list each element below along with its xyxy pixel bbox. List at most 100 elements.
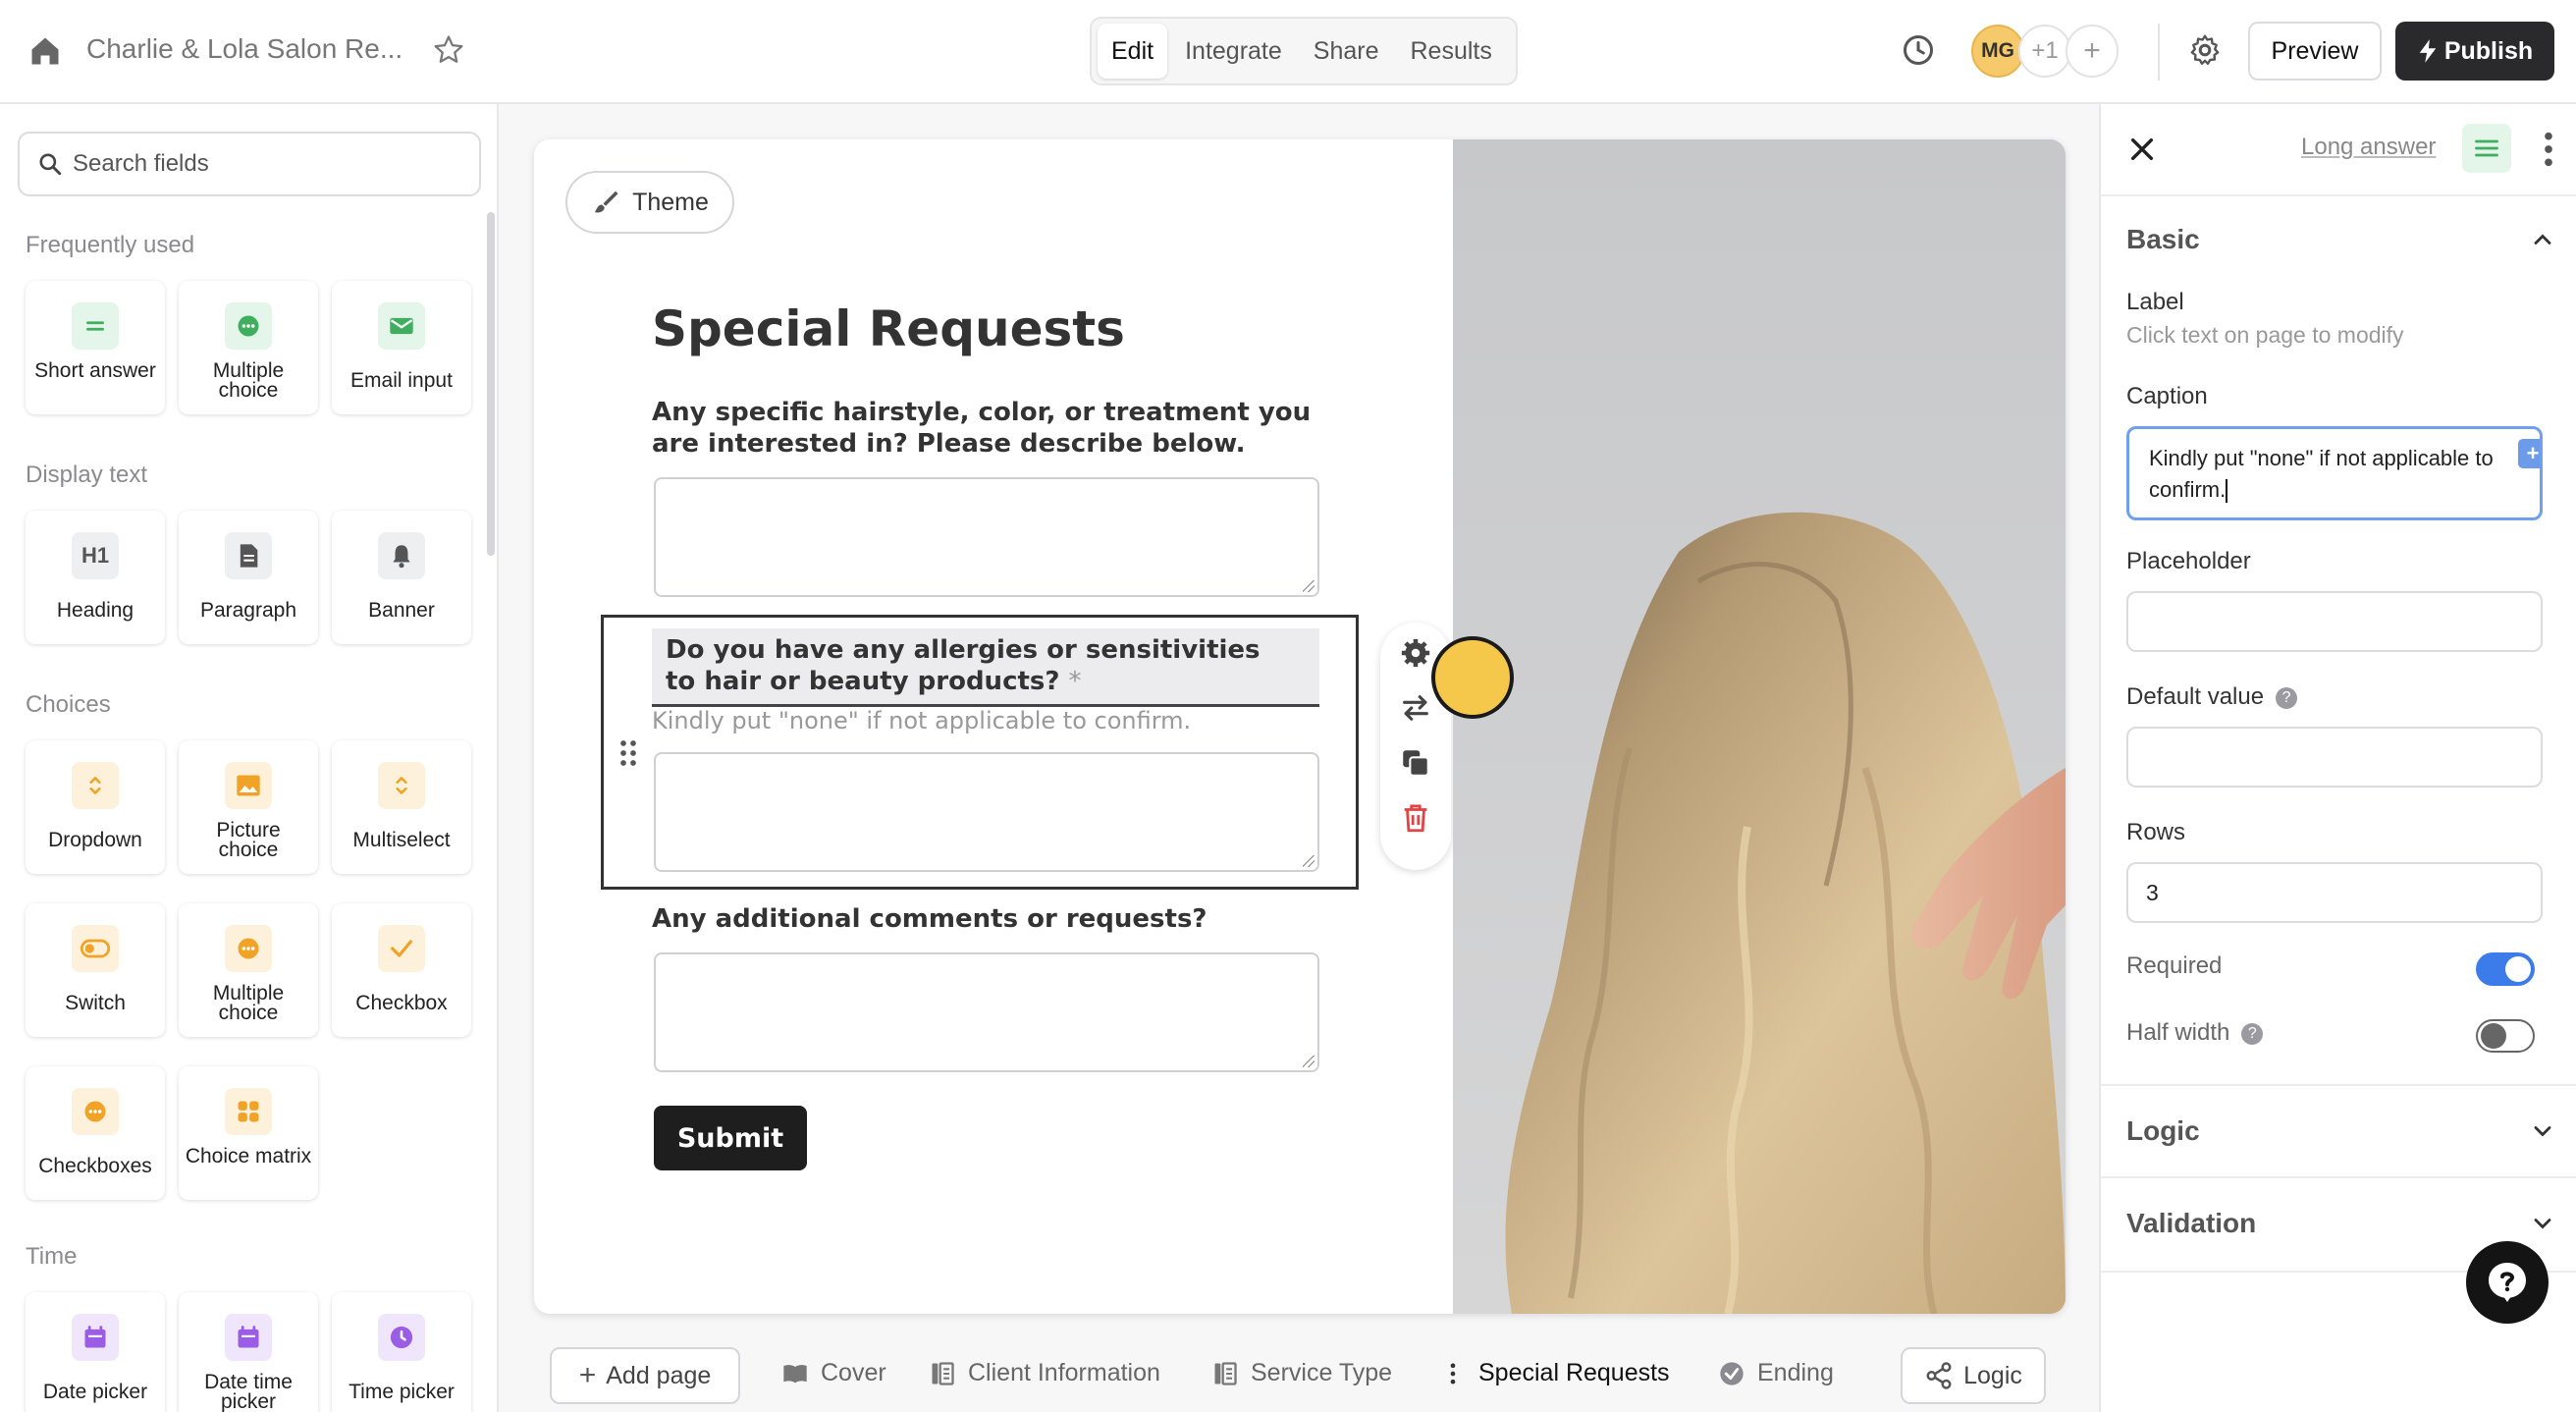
picture-icon bbox=[225, 762, 272, 809]
tab-edit[interactable]: Edit bbox=[1098, 24, 1168, 79]
question-1-textarea[interactable] bbox=[654, 477, 1319, 597]
history-icon[interactable] bbox=[1901, 32, 1936, 68]
field-tile-email-input[interactable]: Email input bbox=[332, 281, 471, 414]
field-tile-time-picker[interactable]: Time picker bbox=[332, 1292, 471, 1412]
required-toggle[interactable] bbox=[2476, 952, 2535, 986]
dropdown-icon bbox=[72, 762, 119, 809]
default-value-input[interactable] bbox=[2126, 727, 2543, 787]
field-tile-label: Checkboxes bbox=[38, 1155, 152, 1177]
page-title[interactable]: Special Requests bbox=[652, 300, 1125, 357]
field-tile-date-time-picker[interactable]: Date time picker bbox=[179, 1292, 318, 1412]
caption-title: Caption bbox=[2126, 383, 2208, 409]
basic-section-heading[interactable]: Basic bbox=[2126, 224, 2200, 255]
settings-gear-icon[interactable] bbox=[2187, 32, 2223, 68]
field-tile-choice-matrix[interactable]: Choice matrix bbox=[179, 1066, 318, 1200]
swap-arrows-icon[interactable] bbox=[1399, 691, 1432, 725]
search-input[interactable] bbox=[73, 150, 465, 178]
field-tile-label: Multiselect bbox=[352, 829, 451, 851]
submit-button[interactable]: Submit bbox=[654, 1106, 807, 1170]
publish-button[interactable]: Publish bbox=[2395, 22, 2554, 81]
tab-results[interactable]: Results bbox=[1397, 24, 1506, 79]
insert-variable-icon[interactable]: + bbox=[2518, 439, 2540, 468]
mode-tabs: Edit Integrate Share Results bbox=[1090, 17, 1518, 85]
page-tab-ending[interactable]: Ending bbox=[1718, 1359, 1834, 1387]
field-tile-date-picker[interactable]: Date picker bbox=[26, 1292, 165, 1412]
field-tile-label: Paragraph bbox=[199, 599, 297, 622]
question-1-label[interactable]: Any specific hairstyle, color, or treatm… bbox=[652, 397, 1359, 460]
half-width-toggle[interactable] bbox=[2476, 1019, 2535, 1053]
field-tile-multiple-choice-2[interactable]: Multiple choice bbox=[179, 903, 318, 1037]
drag-handle-icon[interactable] bbox=[617, 738, 640, 768]
field-tile-checkboxes[interactable]: Checkboxes bbox=[26, 1066, 165, 1200]
add-page-button[interactable]: + Add page bbox=[550, 1347, 740, 1404]
preview-button[interactable]: Preview bbox=[2248, 22, 2382, 81]
field-tile-label: Short answer bbox=[34, 359, 156, 382]
sidebar-scrollbar[interactable] bbox=[487, 212, 495, 556]
question-2-textarea[interactable] bbox=[654, 752, 1319, 872]
field-tile-short-answer[interactable]: Short answer bbox=[26, 281, 165, 414]
tab-integrate[interactable]: Integrate bbox=[1171, 24, 1296, 79]
chevron-up-icon[interactable] bbox=[2529, 226, 2556, 253]
field-tile-heading[interactable]: H1 Heading bbox=[26, 511, 165, 644]
help-chat-button[interactable] bbox=[2466, 1241, 2549, 1324]
page-label: Service Type bbox=[1251, 1359, 1393, 1386]
rows-title: Rows bbox=[2126, 819, 2186, 845]
field-type-label[interactable]: Long answer bbox=[2301, 134, 2436, 161]
page-tab-service-type[interactable]: Service Type bbox=[1211, 1359, 1392, 1387]
question-2-caption[interactable]: Kindly put "none" if not applicable to c… bbox=[652, 707, 1191, 734]
paragraph-icon bbox=[225, 532, 272, 579]
field-properties-panel: Long answer Basic Label Click text on pa… bbox=[2099, 104, 2576, 1412]
close-icon[interactable] bbox=[2126, 134, 2158, 165]
theme-button[interactable]: Theme bbox=[565, 171, 734, 234]
extra-collaborators-count[interactable]: +1 bbox=[2018, 25, 2071, 78]
long-answer-icon[interactable] bbox=[2462, 124, 2511, 173]
chevron-down-icon[interactable] bbox=[2529, 1210, 2556, 1237]
page-tab-cover[interactable]: Cover bbox=[781, 1359, 886, 1387]
field-tile-paragraph[interactable]: Paragraph bbox=[179, 511, 318, 644]
field-tile-label: Heading bbox=[56, 599, 134, 622]
help-icon[interactable]: ? bbox=[2241, 1022, 2264, 1045]
label-hint: Click text on page to modify bbox=[2126, 322, 2404, 348]
delete-trash-icon[interactable] bbox=[1399, 801, 1432, 835]
lightning-icon bbox=[2419, 39, 2437, 63]
caption-input[interactable]: Kindly put "none" if not applicable to c… bbox=[2126, 426, 2543, 520]
field-tile-banner[interactable]: Banner bbox=[332, 511, 471, 644]
field-tile-switch[interactable]: Switch bbox=[26, 903, 165, 1037]
field-library-sidebar: Frequently used Short answer Multiple ch… bbox=[0, 104, 499, 1412]
book-icon bbox=[783, 1364, 807, 1383]
field-tile-checkbox[interactable]: Checkbox bbox=[332, 903, 471, 1037]
field-tile-dropdown[interactable]: Dropdown bbox=[26, 740, 165, 874]
field-tile-multiselect[interactable]: Multiselect bbox=[332, 740, 471, 874]
short-answer-icon bbox=[72, 302, 119, 350]
page-tab-client-information[interactable]: Client Information bbox=[929, 1359, 1160, 1387]
form-page-icon bbox=[1214, 1361, 1237, 1385]
add-collaborator-button[interactable]: + bbox=[2066, 25, 2119, 78]
home-icon[interactable] bbox=[27, 33, 63, 69]
search-box[interactable] bbox=[18, 132, 481, 196]
page-tab-special-requests[interactable]: Special Requests bbox=[1439, 1359, 1670, 1387]
tab-share[interactable]: Share bbox=[1300, 24, 1393, 79]
validation-section-heading[interactable]: Validation bbox=[2126, 1208, 2256, 1239]
logic-section-heading[interactable]: Logic bbox=[2126, 1115, 2200, 1147]
question-3-textarea[interactable] bbox=[654, 952, 1319, 1072]
help-icon[interactable]: ? bbox=[2276, 686, 2298, 709]
toggle-knob bbox=[2505, 956, 2531, 982]
logic-button[interactable]: Logic bbox=[1901, 1347, 2046, 1404]
star-icon[interactable] bbox=[432, 33, 465, 67]
label-title: Label bbox=[2126, 289, 2184, 315]
question-2-label-text: Do you have any allergies or sensitiviti… bbox=[666, 635, 1261, 696]
form-title[interactable]: Charlie & Lola Salon Re... bbox=[86, 33, 402, 65]
field-tile-picture-choice[interactable]: Picture choice bbox=[179, 740, 318, 874]
avatar[interactable]: MG bbox=[1971, 25, 2024, 78]
chevron-down-icon[interactable] bbox=[2529, 1117, 2556, 1145]
field-settings-gear-icon[interactable] bbox=[1399, 636, 1432, 670]
more-options-icon[interactable] bbox=[2537, 130, 2560, 169]
placeholder-input[interactable] bbox=[2126, 591, 2543, 652]
rows-input[interactable]: 3 bbox=[2126, 862, 2543, 923]
question-3-label[interactable]: Any additional comments or requests? bbox=[652, 903, 1359, 935]
duplicate-icon[interactable] bbox=[1399, 746, 1432, 780]
field-tile-multiple-choice[interactable]: Multiple choice bbox=[179, 281, 318, 414]
field-tile-label: Multiple choice bbox=[212, 982, 285, 1024]
question-2-label[interactable]: Do you have any allergies or sensitiviti… bbox=[666, 634, 1294, 697]
page-label: Client Information bbox=[968, 1359, 1160, 1386]
